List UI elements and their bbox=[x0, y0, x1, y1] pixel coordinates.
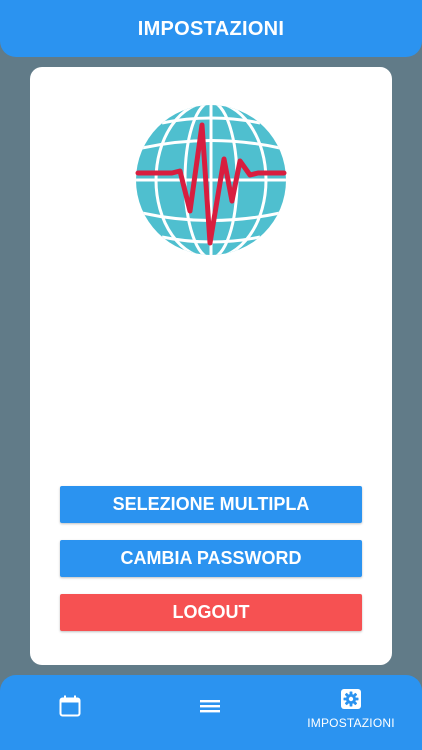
logout-button[interactable]: LOGOUT bbox=[60, 594, 362, 631]
page-title: IMPOSTAZIONI bbox=[137, 18, 285, 40]
globe-heartbeat-icon bbox=[135, 105, 287, 255]
bottom-tab-bar: IMPOSTAZIONI bbox=[0, 675, 422, 750]
tab-list[interactable] bbox=[180, 675, 240, 750]
tab-settings[interactable]: IMPOSTAZIONI bbox=[300, 675, 402, 750]
calendar-icon bbox=[59, 695, 81, 717]
tab-settings-label: IMPOSTAZIONI bbox=[307, 716, 395, 730]
tab-calendar[interactable] bbox=[40, 675, 100, 750]
gear-icon bbox=[341, 689, 361, 709]
multi-select-button[interactable]: SELEZIONE MULTIPLA bbox=[60, 486, 362, 523]
change-password-button[interactable]: CAMBIA PASSWORD bbox=[60, 540, 362, 577]
top-header: IMPOSTAZIONI bbox=[0, 0, 422, 57]
list-icon bbox=[200, 700, 220, 713]
settings-card: SELEZIONE MULTIPLA CAMBIA PASSWORD LOGOU… bbox=[30, 67, 392, 665]
